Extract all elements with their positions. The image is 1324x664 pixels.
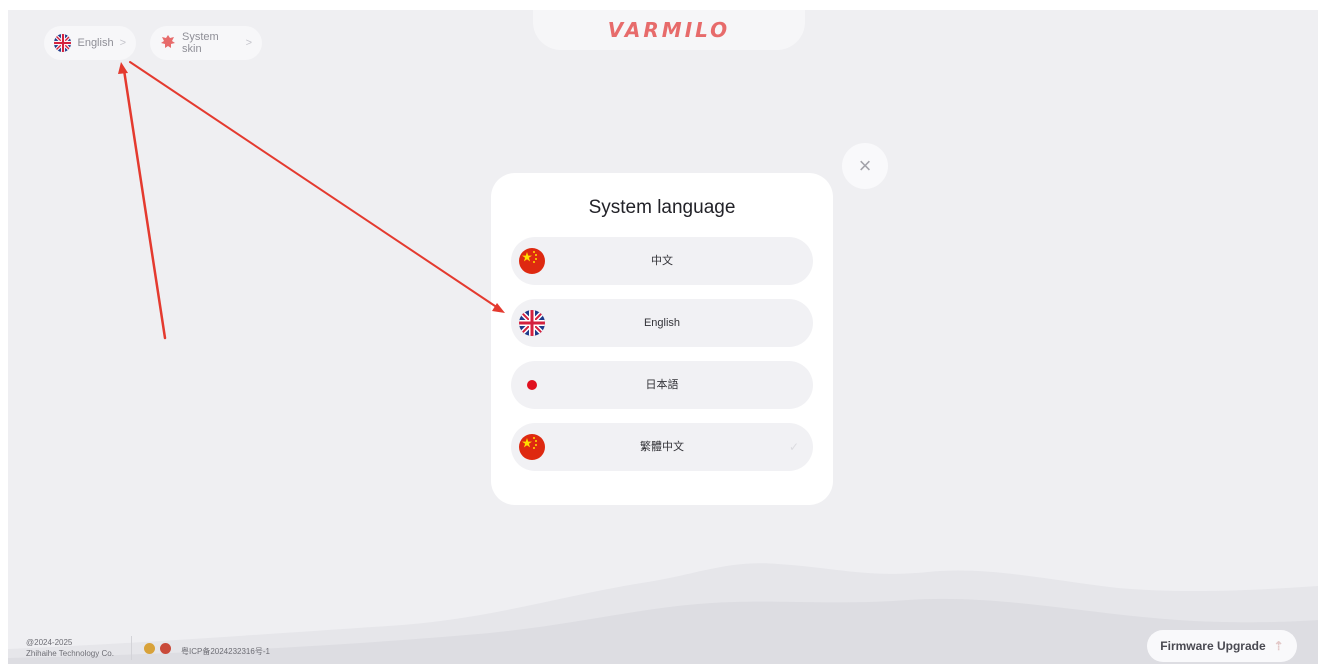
language-pill-label: English: [77, 37, 114, 49]
check-icon: ✓: [788, 440, 799, 454]
brand-header: VARMILO: [533, 10, 805, 50]
varmilo-logo: VARMILO: [607, 18, 731, 42]
language-modal: System language 中文 English 日本語 繁體中文 ✓: [491, 173, 833, 505]
footer-divider: [131, 636, 132, 660]
upload-icon: ⇡: [1273, 639, 1284, 653]
close-icon: ×: [858, 153, 872, 178]
modal-title: System language: [588, 197, 736, 218]
close-modal-button[interactable]: ×: [842, 143, 888, 189]
language-option-chinese[interactable]: 中文: [511, 237, 813, 285]
copyright-years: @2024-2025: [26, 638, 73, 647]
system-skin-button[interactable]: System skin >: [150, 26, 262, 60]
language-option-label: 中文: [651, 255, 673, 267]
language-option-english[interactable]: English: [511, 299, 813, 347]
police-badge-icon: [160, 643, 171, 654]
icp-license-link[interactable]: 粤ICP备2024232316号-1: [181, 646, 270, 657]
emblem-icon: [144, 643, 155, 654]
uk-flag-icon: [54, 34, 72, 52]
chevron-right-icon: >: [245, 37, 252, 49]
firmware-upgrade-label: Firmware Upgrade: [1160, 639, 1266, 653]
language-option-label: English: [643, 317, 681, 329]
language-option-label: 繁體中文: [640, 441, 684, 453]
skin-pill-label: System skin: [182, 31, 219, 55]
language-option-label: 日本語: [645, 379, 679, 391]
skin-icon: [160, 34, 176, 53]
language-option-japanese[interactable]: 日本語: [511, 361, 813, 409]
footer-copyright: @2024-2025 Zhihaihe Technology Co.: [26, 637, 114, 659]
language-selector-button[interactable]: English >: [44, 26, 136, 60]
firmware-upgrade-button[interactable]: Firmware Upgrade ⇡: [1147, 630, 1297, 662]
copyright-company: Zhihaihe Technology Co.: [26, 649, 114, 658]
chevron-right-icon: >: [119, 37, 126, 49]
language-option-traditional-chinese[interactable]: 繁體中文 ✓: [511, 423, 813, 471]
